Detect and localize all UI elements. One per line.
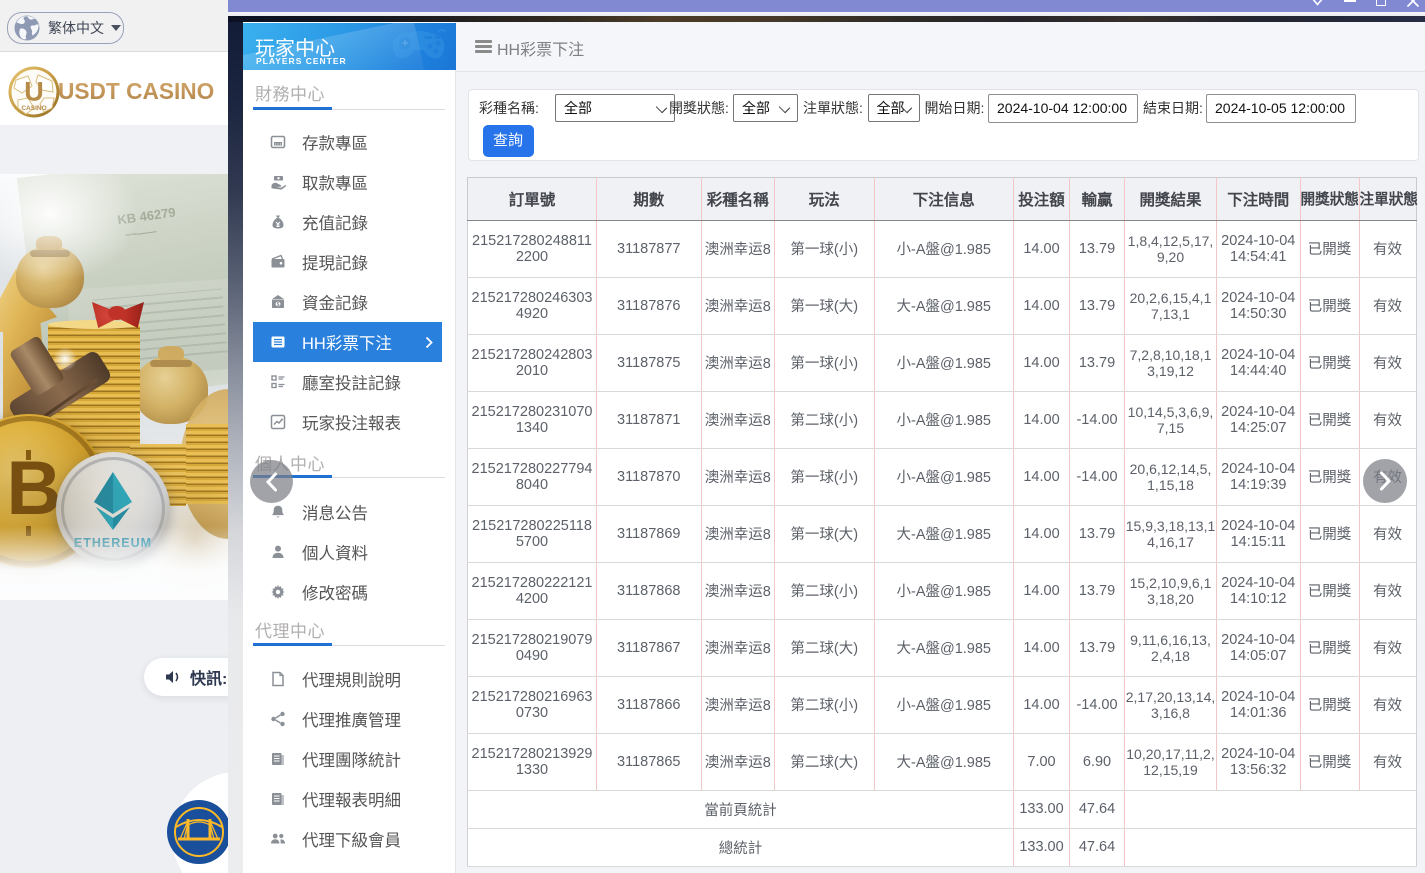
svg-text:U: U [24, 77, 44, 107]
svg-text:$: $ [277, 302, 280, 308]
svg-text:CASINO: CASINO [21, 105, 46, 112]
